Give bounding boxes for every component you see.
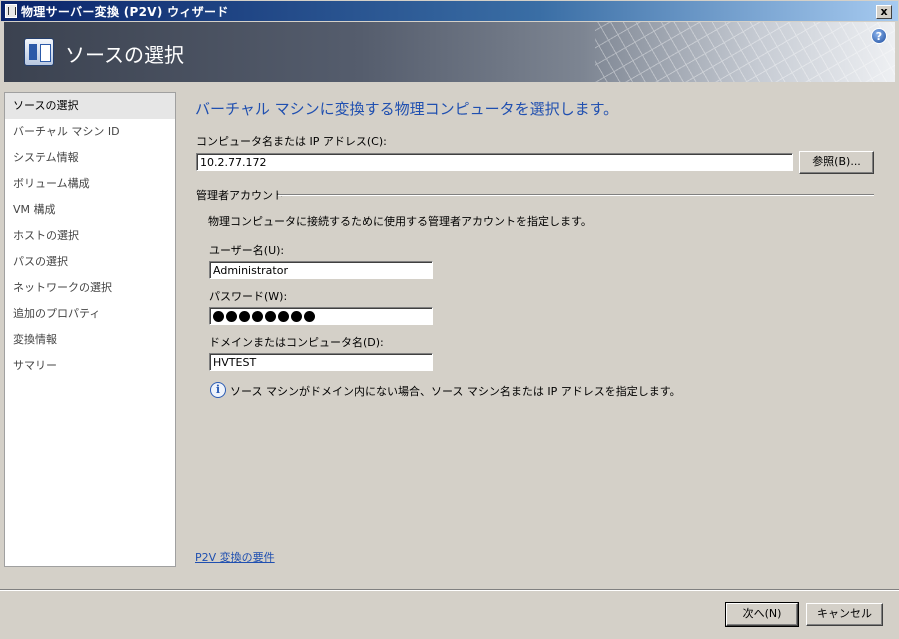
password-label: パスワード(W): <box>209 290 288 303</box>
header-decoration <box>595 22 895 82</box>
wizard-icon <box>24 38 54 66</box>
sidebar-item-network-select[interactable]: ネットワークの選択 <box>5 275 175 301</box>
browse-button[interactable]: 参照(B)... <box>799 151 874 174</box>
domain-input[interactable]: HVTEST <box>209 353 433 371</box>
info-text: ソース マシンがドメイン内にない場合、ソース マシン名または IP アドレスを指… <box>230 385 681 398</box>
help-icon[interactable]: ? <box>871 28 887 44</box>
username-label: ユーザー名(U): <box>209 244 285 257</box>
content-heading: バーチャル マシンに変換する物理コンピュータを選択します。 <box>195 100 619 118</box>
username-input[interactable]: Administrator <box>209 261 433 279</box>
info-icon: i <box>210 382 226 398</box>
sidebar-item-summary[interactable]: サマリー <box>5 353 175 379</box>
section-divider <box>278 194 874 196</box>
password-input[interactable] <box>209 307 433 325</box>
password-mask <box>213 309 429 323</box>
sidebar-item-system-info[interactable]: システム情報 <box>5 145 175 171</box>
domain-label: ドメインまたはコンピュータ名(D): <box>209 336 384 349</box>
sidebar-item-volume-config[interactable]: ボリューム構成 <box>5 171 175 197</box>
password-dot <box>291 310 302 322</box>
sidebar-item-source[interactable]: ソースの選択 <box>5 93 175 119</box>
password-dot <box>252 310 263 322</box>
password-dot <box>239 310 250 322</box>
window-title-bar: 物理サーバー変換 (P2V) ウィザード x <box>0 0 899 22</box>
sidebar-item-path-select[interactable]: パスの選択 <box>5 249 175 275</box>
p2v-requirements-link[interactable]: P2V 変換の要件 <box>195 549 275 565</box>
password-dot <box>226 310 237 322</box>
sidebar-item-host-select[interactable]: ホストの選択 <box>5 223 175 249</box>
main-content: バーチャル マシンに変換する物理コンピュータを選択します。 コンピュータ名または… <box>180 86 895 586</box>
sidebar-item-conversion-info[interactable]: 変換情報 <box>5 327 175 353</box>
admin-section-title: 管理者アカウント <box>196 189 284 202</box>
next-button[interactable]: 次へ(N) <box>725 602 799 627</box>
app-icon <box>5 4 17 18</box>
cancel-button[interactable]: キャンセル <box>806 603 883 626</box>
sidebar-item-vm-config[interactable]: VM 構成 <box>5 197 175 223</box>
password-dot <box>213 310 224 322</box>
password-dot <box>278 310 289 322</box>
wizard-header: ソースの選択 ? <box>4 22 895 82</box>
wizard-steps-sidebar: ソースの選択 バーチャル マシン ID システム情報 ボリューム構成 VM 構成… <box>4 92 176 567</box>
computer-name-input[interactable]: 10.2.77.172 <box>196 153 793 171</box>
window-title: 物理サーバー変換 (P2V) ウィザード <box>21 4 229 19</box>
admin-description: 物理コンピュータに接続するために使用する管理者アカウントを指定します。 <box>208 215 592 228</box>
password-dot <box>265 310 276 322</box>
sidebar-item-vm-id[interactable]: バーチャル マシン ID <box>5 119 175 145</box>
password-dot <box>304 310 315 322</box>
page-title: ソースの選択 <box>65 43 184 67</box>
footer-divider <box>0 589 899 591</box>
close-button[interactable]: x <box>876 5 892 19</box>
computer-name-label: コンピュータ名または IP アドレス(C): <box>196 135 387 148</box>
sidebar-item-additional-properties[interactable]: 追加のプロパティ <box>5 301 175 327</box>
